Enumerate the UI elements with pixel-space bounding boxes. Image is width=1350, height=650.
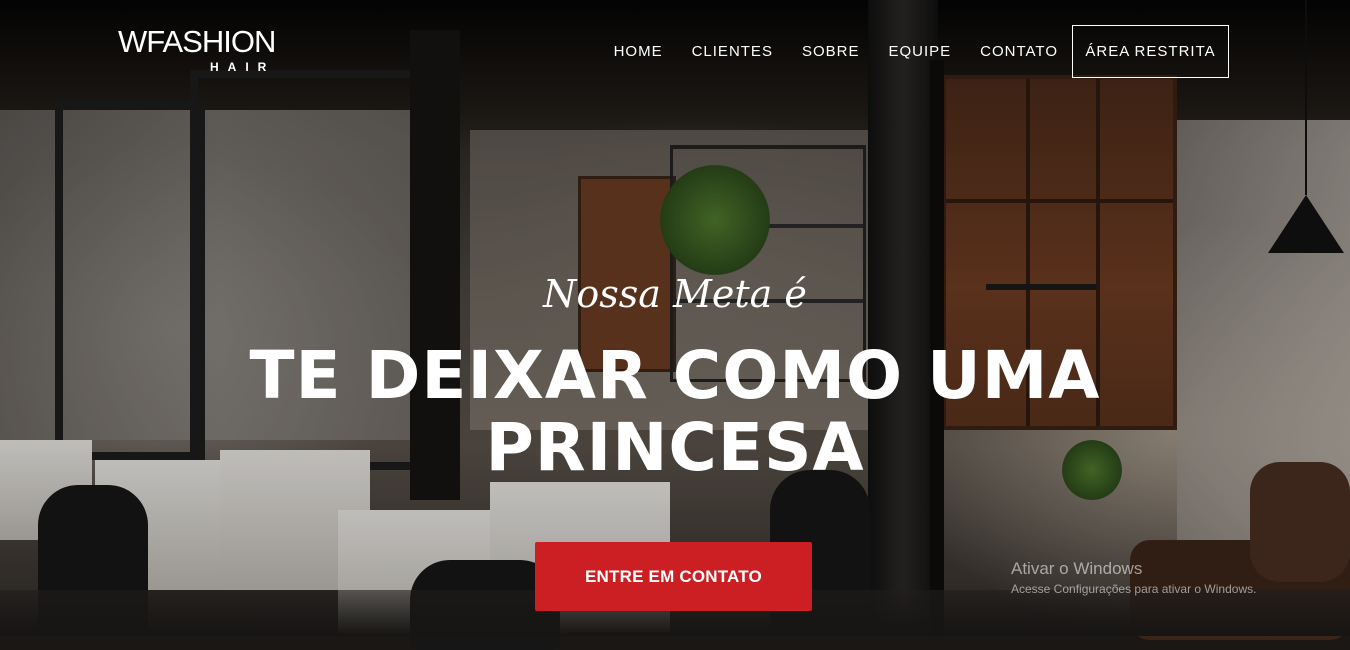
watermark-title: Ativar o Windows <box>1011 559 1143 578</box>
nav-home[interactable]: HOME <box>614 43 663 60</box>
nav-sobre[interactable]: SOBRE <box>802 43 860 60</box>
watermark-subtitle: Acesse Configurações para ativar o Windo… <box>1011 582 1257 596</box>
restricted-area-button[interactable]: ÁREA RESTRITA <box>1072 25 1229 78</box>
main-navigation: HOME CLIENTES SOBRE EQUIPE CONTATO ÁREA … <box>614 25 1229 78</box>
dark-overlay <box>0 0 1350 636</box>
hero-headline-line2: PRINCESA <box>485 409 865 486</box>
hero-background-image <box>0 0 1350 650</box>
logo-subtitle: HAIR <box>210 60 276 74</box>
nav-equipe[interactable]: EQUIPE <box>888 43 951 60</box>
nav-clientes[interactable]: CLIENTES <box>692 43 773 60</box>
nav-contato[interactable]: CONTATO <box>980 43 1058 60</box>
contact-button[interactable]: ENTRE EM CONTATO <box>535 542 812 611</box>
hero-tagline: Nossa Meta é <box>543 272 807 316</box>
site-logo[interactable]: WFASHION HAIR <box>118 24 276 75</box>
hero-headline-line1: TE DEIXAR COMO UMA <box>249 337 1101 414</box>
windows-activation-watermark: Ativar o Windows Acesse Configurações pa… <box>1011 559 1256 596</box>
logo-wordmark: WFASHION <box>118 24 276 59</box>
hero-headline: TE DEIXAR COMO UMA PRINCESA <box>180 340 1170 484</box>
